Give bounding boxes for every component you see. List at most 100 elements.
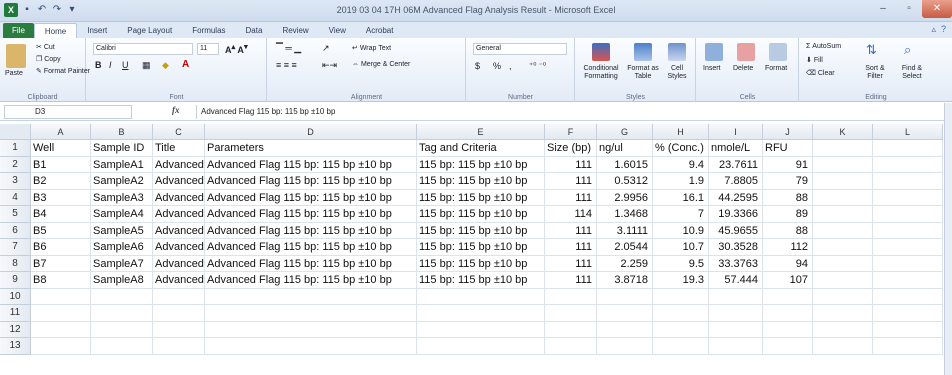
empty-cell[interactable] (873, 239, 943, 256)
percent-button[interactable]: % (493, 61, 501, 71)
row-header[interactable]: 12 (0, 321, 31, 338)
row-header[interactable]: 10 (0, 288, 31, 305)
indent-icon[interactable]: ⇤⇥ (322, 60, 337, 71)
data-cell[interactable]: SampleA3 (91, 189, 153, 206)
row-header[interactable]: 6 (0, 222, 31, 239)
empty-cell[interactable] (91, 321, 153, 338)
empty-cell[interactable] (763, 305, 813, 322)
paste-button[interactable]: Paste (5, 70, 23, 77)
comma-button[interactable]: , (509, 61, 512, 71)
empty-cell[interactable] (813, 288, 873, 305)
clear-button[interactable]: ⌫ Clear (806, 69, 835, 77)
data-cell[interactable]: 0.5312 (597, 173, 653, 190)
vertical-scrollbar[interactable] (944, 103, 952, 375)
data-cell[interactable]: 2.259 (597, 255, 653, 272)
empty-cell[interactable] (597, 338, 653, 355)
data-cell[interactable]: 3.1111 (597, 222, 653, 239)
empty-cell[interactable] (91, 338, 153, 355)
data-cell[interactable]: Advanced Flag 115 bp: 115 bp ±10 bp (205, 255, 417, 272)
data-cell[interactable]: B2 (31, 173, 91, 190)
data-cell[interactable]: SampleA8 (91, 272, 153, 289)
data-cell[interactable]: 9.5 (653, 255, 709, 272)
empty-cell[interactable] (417, 288, 545, 305)
data-cell[interactable]: 111 (545, 173, 597, 190)
close-button[interactable]: ✕ (922, 0, 952, 18)
tab-formulas[interactable]: Formulas (182, 23, 235, 38)
data-cell[interactable]: Advanced Flag 115 bp: 115 bp ±10 bp (205, 206, 417, 223)
data-cell[interactable]: B8 (31, 272, 91, 289)
empty-cell[interactable] (709, 288, 763, 305)
data-cell[interactable]: 114 (545, 206, 597, 223)
empty-cell[interactable] (813, 222, 873, 239)
empty-cell[interactable] (709, 305, 763, 322)
empty-cell[interactable] (873, 222, 943, 239)
row-header[interactable]: 13 (0, 338, 31, 355)
empty-cell[interactable] (813, 189, 873, 206)
data-cell[interactable]: 111 (545, 272, 597, 289)
data-cell[interactable]: 19.3 (653, 272, 709, 289)
data-cell[interactable]: 111 (545, 222, 597, 239)
data-cell[interactable]: 89 (763, 206, 813, 223)
header-cell[interactable]: ng/ul (597, 140, 653, 157)
data-cell[interactable]: 94 (763, 255, 813, 272)
data-cell[interactable]: 2.0544 (597, 239, 653, 256)
empty-cell[interactable] (873, 272, 943, 289)
empty-cell[interactable] (813, 321, 873, 338)
data-cell[interactable]: Advanced (153, 239, 205, 256)
empty-cell[interactable] (873, 189, 943, 206)
data-cell[interactable]: SampleA1 (91, 156, 153, 173)
column-header[interactable]: I (709, 124, 763, 140)
row-header[interactable]: 7 (0, 239, 31, 256)
data-cell[interactable]: 115 bp: 115 bp ±10 bp (417, 206, 545, 223)
formula-input[interactable]: Advanced Flag 115 bp: 115 bp ±10 bp (196, 105, 938, 119)
data-cell[interactable]: 1.6015 (597, 156, 653, 173)
data-cell[interactable]: 44.2595 (709, 189, 763, 206)
bold-button[interactable]: B (95, 60, 102, 70)
data-cell[interactable]: Advanced Flag 115 bp: 115 bp ±10 bp (205, 222, 417, 239)
name-box[interactable]: D3 (4, 105, 132, 119)
empty-cell[interactable] (813, 239, 873, 256)
paste-icon[interactable] (6, 44, 26, 68)
empty-cell[interactable] (763, 288, 813, 305)
empty-cell[interactable] (873, 173, 943, 190)
column-header[interactable]: J (763, 124, 813, 140)
empty-cell[interactable] (873, 140, 943, 157)
data-cell[interactable]: 10.7 (653, 239, 709, 256)
data-cell[interactable]: SampleA6 (91, 239, 153, 256)
format-table-icon[interactable] (634, 43, 652, 61)
select-all-corner[interactable] (0, 124, 31, 140)
empty-cell[interactable] (545, 305, 597, 322)
data-cell[interactable]: 45.9655 (709, 222, 763, 239)
format-cells-icon[interactable] (769, 43, 787, 61)
insert-function-icon[interactable]: fx (172, 105, 180, 115)
empty-cell[interactable] (813, 338, 873, 355)
conditional-formatting-icon[interactable] (592, 43, 610, 61)
data-cell[interactable]: 115 bp: 115 bp ±10 bp (417, 189, 545, 206)
row-header[interactable]: 1 (0, 140, 31, 157)
column-header[interactable]: K (813, 124, 873, 140)
help-icon[interactable]: ? (941, 24, 946, 35)
empty-cell[interactable] (709, 321, 763, 338)
wrap-text-button[interactable]: ↵ Wrap Text (352, 44, 391, 52)
column-header[interactable]: E (417, 124, 545, 140)
empty-cell[interactable] (873, 338, 943, 355)
empty-cell[interactable] (873, 206, 943, 223)
column-header[interactable]: G (597, 124, 653, 140)
borders-icon[interactable]: ▦ (142, 60, 151, 71)
cell-styles-button[interactable]: Cell Styles (662, 65, 692, 81)
row-header[interactable]: 2 (0, 156, 31, 173)
data-cell[interactable]: B1 (31, 156, 91, 173)
data-cell[interactable]: 111 (545, 239, 597, 256)
empty-cell[interactable] (813, 140, 873, 157)
data-cell[interactable]: 57.444 (709, 272, 763, 289)
minimize-button[interactable]: – (870, 0, 896, 18)
empty-cell[interactable] (205, 338, 417, 355)
empty-cell[interactable] (813, 173, 873, 190)
autosum-button[interactable]: Σ AutoSum (806, 43, 841, 50)
column-header[interactable]: H (653, 124, 709, 140)
data-cell[interactable]: B5 (31, 222, 91, 239)
data-cell[interactable]: Advanced Flag 115 bp: 115 bp ±10 bp (205, 272, 417, 289)
header-cell[interactable]: Size (bp) (545, 140, 597, 157)
data-cell[interactable]: 115 bp: 115 bp ±10 bp (417, 156, 545, 173)
data-cell[interactable]: Advanced (153, 206, 205, 223)
